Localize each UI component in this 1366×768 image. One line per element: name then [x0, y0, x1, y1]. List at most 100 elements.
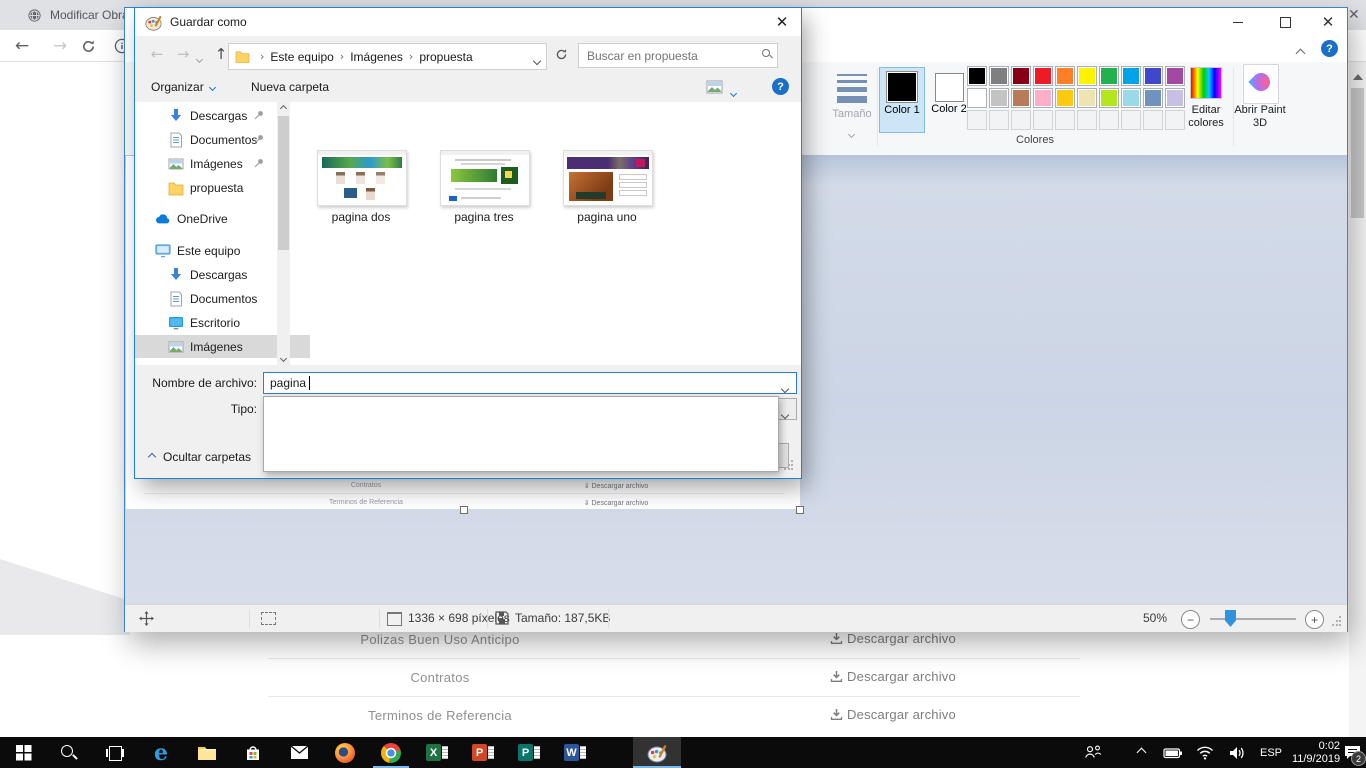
download-link[interactable]: Descargar archivo — [808, 631, 978, 646]
file-explorer-button[interactable] — [187, 737, 227, 768]
taskbar-search-button[interactable] — [49, 737, 89, 768]
maximize-button[interactable] — [1262, 8, 1308, 36]
palette-empty-slot[interactable] — [1012, 111, 1030, 129]
palette-empty-slot[interactable] — [1100, 111, 1118, 129]
search-box[interactable] — [578, 43, 778, 68]
file-thumbnail-pagina-dos[interactable] — [317, 150, 407, 206]
clock[interactable]: 0:02 11/9/2019 — [1288, 737, 1344, 768]
filename-input[interactable]: pagina — [263, 372, 797, 394]
breadcrumb[interactable]: › Este equipo › Imágenes › propuesta — [228, 43, 547, 70]
zoom-slider-track[interactable] — [1210, 618, 1296, 620]
minimize-button[interactable] — [1215, 8, 1261, 36]
scroll-down-icon[interactable] — [277, 352, 290, 365]
palette-empty-slot[interactable] — [1078, 111, 1096, 129]
file-name[interactable]: pagina dos — [306, 210, 416, 224]
language-indicator[interactable]: ESP — [1254, 737, 1288, 768]
file-name[interactable]: pagina uno — [552, 210, 662, 224]
palette-empty-slot[interactable] — [1144, 111, 1162, 129]
palette-color[interactable] — [1122, 67, 1140, 85]
palette-color[interactable] — [1122, 89, 1140, 107]
palette-color[interactable] — [1078, 67, 1096, 85]
recent-locations-icon[interactable] — [197, 51, 202, 65]
breadcrumb-dropdown-icon[interactable] — [534, 53, 540, 67]
excel-button[interactable]: X — [417, 737, 457, 768]
palette-color[interactable] — [1012, 67, 1030, 85]
filename-dropdown-icon[interactable] — [782, 381, 788, 395]
breadcrumb-item[interactable]: Este equipo — [270, 50, 333, 64]
color2-button[interactable]: Color 2 — [927, 68, 971, 132]
palette-color[interactable] — [1034, 89, 1052, 107]
palette-empty-slot[interactable] — [1034, 111, 1052, 129]
chrome-button[interactable] — [371, 737, 411, 768]
scrollbar-thumb[interactable] — [1351, 88, 1364, 218]
mail-button[interactable] — [279, 737, 319, 768]
palette-empty-slot[interactable] — [968, 111, 986, 129]
edge-button[interactable]: e — [141, 737, 181, 768]
palette-color[interactable] — [990, 89, 1008, 107]
palette-color[interactable] — [1034, 67, 1052, 85]
view-options-icon[interactable] — [706, 80, 723, 94]
sidebar-item-este-equipo[interactable]: Este equipo — [135, 239, 297, 262]
search-input[interactable] — [585, 46, 754, 66]
action-center-button[interactable]: 2 — [1338, 737, 1366, 768]
start-button[interactable] — [3, 737, 43, 768]
task-view-button[interactable] — [95, 737, 135, 768]
palette-color[interactable] — [1144, 89, 1162, 107]
nav-back-button[interactable]: ← — [145, 42, 169, 66]
powerpoint-button[interactable]: P — [463, 737, 503, 768]
close-button[interactable]: ✕ — [1309, 8, 1347, 36]
browser-forward-button[interactable]: → — [49, 35, 71, 57]
palette-color[interactable] — [1100, 89, 1118, 107]
palette-color[interactable] — [968, 67, 986, 85]
sidebar-scrollbar[interactable] — [277, 102, 290, 365]
scrollbar-thumb[interactable] — [278, 116, 289, 250]
battery-icon[interactable] — [1158, 737, 1188, 768]
paint-taskbar-button[interactable] — [633, 737, 681, 768]
word-button[interactable]: W — [555, 737, 595, 768]
breadcrumb-item[interactable]: propuesta — [419, 50, 472, 64]
filename-suggestions-dropdown[interactable] — [263, 396, 779, 472]
palette-color[interactable] — [968, 89, 986, 107]
dialog-help-icon[interactable]: ? — [772, 78, 789, 95]
window-resize-grip[interactable] — [1331, 616, 1341, 626]
store-button[interactable] — [233, 737, 273, 768]
help-icon[interactable]: ? — [1321, 40, 1338, 57]
file-thumbnail-pagina-tres[interactable] — [440, 150, 530, 206]
scroll-up-arrow[interactable] — [1353, 74, 1363, 80]
browser-back-button[interactable]: ← — [11, 35, 33, 57]
view-options-dropdown-icon[interactable] — [731, 85, 736, 99]
dialog-close-button[interactable]: ✕ — [763, 8, 801, 36]
zoom-in-button[interactable]: + — [1305, 610, 1324, 629]
file-name[interactable]: pagina tres — [429, 210, 539, 224]
palette-color[interactable] — [1166, 67, 1184, 85]
tray-expand-button[interactable] — [1126, 737, 1156, 768]
download-link[interactable]: Descargar archivo — [808, 669, 978, 684]
new-folder-button[interactable]: Nueva carpeta — [251, 80, 329, 94]
organize-button[interactable]: Organizar — [151, 80, 215, 94]
palette-color[interactable] — [1078, 89, 1096, 107]
canvas-resize-handle-bottom[interactable] — [460, 506, 468, 514]
people-button[interactable] — [1076, 737, 1110, 768]
file-thumbnail-pagina-uno[interactable] — [563, 150, 653, 206]
sidebar-item-onedrive[interactable]: OneDrive — [135, 207, 297, 230]
palette-color[interactable] — [1012, 89, 1030, 107]
browser-reload-button[interactable] — [77, 35, 99, 57]
download-link[interactable]: Descargar archivo — [808, 707, 978, 722]
browser-close-button[interactable]: ✕ — [1348, 0, 1366, 30]
palette-empty-slot[interactable] — [990, 111, 1008, 129]
zoom-out-button[interactable]: − — [1181, 610, 1200, 629]
palette-color[interactable] — [1100, 67, 1118, 85]
zoom-slider-thumb[interactable] — [1225, 610, 1236, 627]
browser-scrollbar[interactable] — [1349, 62, 1366, 737]
collapse-ribbon-icon[interactable] — [1297, 44, 1304, 62]
palette-color[interactable] — [1144, 67, 1162, 85]
breadcrumb-item[interactable]: Imágenes — [350, 50, 403, 64]
palette-color[interactable] — [990, 67, 1008, 85]
color1-button[interactable]: Color 1 — [880, 68, 924, 132]
nav-forward-button[interactable]: → — [171, 42, 195, 66]
canvas-resize-handle-corner[interactable] — [796, 506, 804, 514]
palette-color[interactable] — [1056, 67, 1074, 85]
volume-icon[interactable] — [1222, 737, 1252, 768]
publisher-button[interactable]: P — [509, 737, 549, 768]
type-dropdown-icon[interactable] — [782, 407, 788, 421]
